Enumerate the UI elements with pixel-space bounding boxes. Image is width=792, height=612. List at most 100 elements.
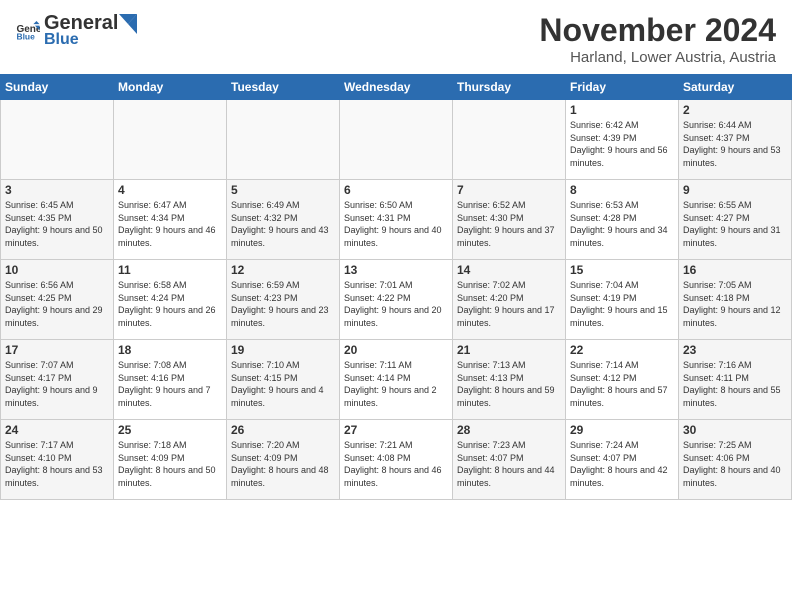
- calendar-cell: 3 Sunrise: 6:45 AM Sunset: 4:35 PM Daylig…: [1, 180, 114, 260]
- day-number: 26: [231, 423, 335, 437]
- day-number: 22: [570, 343, 674, 357]
- day-info: Sunrise: 6:49 AM Sunset: 4:32 PM Dayligh…: [231, 199, 335, 249]
- day-info: Sunrise: 6:58 AM Sunset: 4:24 PM Dayligh…: [118, 279, 222, 329]
- calendar-week-2: 10 Sunrise: 6:56 AM Sunset: 4:25 PM Dayli…: [1, 260, 792, 340]
- day-number: 5: [231, 183, 335, 197]
- header-saturday: Saturday: [679, 75, 792, 100]
- calendar-week-4: 24 Sunrise: 7:17 AM Sunset: 4:10 PM Dayli…: [1, 420, 792, 500]
- day-info: Sunrise: 7:04 AM Sunset: 4:19 PM Dayligh…: [570, 279, 674, 329]
- calendar-cell: [227, 100, 340, 180]
- header-thursday: Thursday: [453, 75, 566, 100]
- day-number: 23: [683, 343, 787, 357]
- calendar-cell: 12 Sunrise: 6:59 AM Sunset: 4:23 PM Dayli…: [227, 260, 340, 340]
- calendar-cell: 30 Sunrise: 7:25 AM Sunset: 4:06 PM Dayli…: [679, 420, 792, 500]
- day-number: 16: [683, 263, 787, 277]
- day-info: Sunrise: 6:53 AM Sunset: 4:28 PM Dayligh…: [570, 199, 674, 249]
- day-info: Sunrise: 6:45 AM Sunset: 4:35 PM Dayligh…: [5, 199, 109, 249]
- title-area: November 2024 Harland, Lower Austria, Au…: [539, 12, 776, 66]
- day-info: Sunrise: 6:59 AM Sunset: 4:23 PM Dayligh…: [231, 279, 335, 329]
- day-info: Sunrise: 7:16 AM Sunset: 4:11 PM Dayligh…: [683, 359, 787, 409]
- calendar-week-3: 17Sunrise: 7:07 AM Sunset: 4:17 PM Dayli…: [1, 340, 792, 420]
- day-info: Sunrise: 7:01 AM Sunset: 4:22 PM Dayligh…: [344, 279, 448, 329]
- calendar-cell: 13 Sunrise: 7:01 AM Sunset: 4:22 PM Dayli…: [340, 260, 453, 340]
- calendar-header-row: Sunday Monday Tuesday Wednesday Thursday…: [1, 75, 792, 100]
- header-tuesday: Tuesday: [227, 75, 340, 100]
- day-number: 7: [457, 183, 561, 197]
- header-monday: Monday: [114, 75, 227, 100]
- day-info: Sunrise: 7:17 AM Sunset: 4:10 PM Dayligh…: [5, 439, 109, 489]
- calendar-week-0: 1 Sunrise: 6:42 AM Sunset: 4:39 PM Daylig…: [1, 100, 792, 180]
- day-info: Sunrise: 7:14 AM Sunset: 4:12 PM Dayligh…: [570, 359, 674, 409]
- calendar-cell: [114, 100, 227, 180]
- day-number: 14: [457, 263, 561, 277]
- day-number: 24: [5, 423, 109, 437]
- calendar-cell: [453, 100, 566, 180]
- calendar-cell: 24 Sunrise: 7:17 AM Sunset: 4:10 PM Dayli…: [1, 420, 114, 500]
- day-info: Sunrise: 6:55 AM Sunset: 4:27 PM Dayligh…: [683, 199, 787, 249]
- calendar-cell: [340, 100, 453, 180]
- day-number: 28: [457, 423, 561, 437]
- day-info: Sunrise: 7:20 AM Sunset: 4:09 PM Dayligh…: [231, 439, 335, 489]
- day-info: Sunrise: 7:18 AM Sunset: 4:09 PM Dayligh…: [118, 439, 222, 489]
- calendar-cell: 8 Sunrise: 6:53 AM Sunset: 4:28 PM Daylig…: [566, 180, 679, 260]
- svg-text:Blue: Blue: [16, 31, 35, 41]
- calendar-cell: 14Sunrise: 7:02 AM Sunset: 4:20 PM Dayli…: [453, 260, 566, 340]
- day-info: Sunrise: 6:50 AM Sunset: 4:31 PM Dayligh…: [344, 199, 448, 249]
- logo-triangle-icon: [119, 14, 137, 34]
- day-info: Sunrise: 7:10 AM Sunset: 4:15 PM Dayligh…: [231, 359, 335, 409]
- day-number: 30: [683, 423, 787, 437]
- logo-icon: General Blue: [16, 21, 40, 41]
- day-info: Sunrise: 6:44 AM Sunset: 4:37 PM Dayligh…: [683, 119, 787, 169]
- calendar-cell: 9Sunrise: 6:55 AM Sunset: 4:27 PM Daylig…: [679, 180, 792, 260]
- day-info: Sunrise: 6:42 AM Sunset: 4:39 PM Dayligh…: [570, 119, 674, 169]
- day-number: 21: [457, 343, 561, 357]
- calendar-cell: 17Sunrise: 7:07 AM Sunset: 4:17 PM Dayli…: [1, 340, 114, 420]
- calendar-cell: 29Sunrise: 7:24 AM Sunset: 4:07 PM Dayli…: [566, 420, 679, 500]
- day-number: 19: [231, 343, 335, 357]
- calendar-cell: 18 Sunrise: 7:08 AM Sunset: 4:16 PM Dayli…: [114, 340, 227, 420]
- day-number: 25: [118, 423, 222, 437]
- logo: General Blue General Blue: [16, 12, 138, 49]
- day-number: 4: [118, 183, 222, 197]
- calendar-cell: [1, 100, 114, 180]
- calendar-cell: 6Sunrise: 6:50 AM Sunset: 4:31 PM Daylig…: [340, 180, 453, 260]
- month-title: November 2024: [539, 12, 776, 49]
- day-number: 8: [570, 183, 674, 197]
- calendar-cell: 4 Sunrise: 6:47 AM Sunset: 4:34 PM Daylig…: [114, 180, 227, 260]
- day-number: 2: [683, 103, 787, 117]
- calendar-body: 1 Sunrise: 6:42 AM Sunset: 4:39 PM Daylig…: [1, 100, 792, 500]
- calendar-cell: 7 Sunrise: 6:52 AM Sunset: 4:30 PM Daylig…: [453, 180, 566, 260]
- day-number: 13: [344, 263, 448, 277]
- day-info: Sunrise: 7:24 AM Sunset: 4:07 PM Dayligh…: [570, 439, 674, 489]
- calendar-cell: 15Sunrise: 7:04 AM Sunset: 4:19 PM Dayli…: [566, 260, 679, 340]
- header-sunday: Sunday: [1, 75, 114, 100]
- calendar-cell: 23 Sunrise: 7:16 AM Sunset: 4:11 PM Dayli…: [679, 340, 792, 420]
- calendar-cell: 19 Sunrise: 7:10 AM Sunset: 4:15 PM Dayli…: [227, 340, 340, 420]
- calendar-cell: 27 Sunrise: 7:21 AM Sunset: 4:08 PM Dayli…: [340, 420, 453, 500]
- header-friday: Friday: [566, 75, 679, 100]
- day-number: 3: [5, 183, 109, 197]
- header: General Blue General Blue November 2024 …: [0, 0, 792, 74]
- day-number: 1: [570, 103, 674, 117]
- day-number: 10: [5, 263, 109, 277]
- day-info: Sunrise: 7:08 AM Sunset: 4:16 PM Dayligh…: [118, 359, 222, 409]
- day-info: Sunrise: 7:25 AM Sunset: 4:06 PM Dayligh…: [683, 439, 787, 489]
- day-info: Sunrise: 6:52 AM Sunset: 4:30 PM Dayligh…: [457, 199, 561, 249]
- calendar-cell: 5 Sunrise: 6:49 AM Sunset: 4:32 PM Daylig…: [227, 180, 340, 260]
- calendar-cell: 21Sunrise: 7:13 AM Sunset: 4:13 PM Dayli…: [453, 340, 566, 420]
- day-number: 12: [231, 263, 335, 277]
- day-info: Sunrise: 6:56 AM Sunset: 4:25 PM Dayligh…: [5, 279, 109, 329]
- calendar-table: Sunday Monday Tuesday Wednesday Thursday…: [0, 74, 792, 500]
- day-info: Sunrise: 7:05 AM Sunset: 4:18 PM Dayligh…: [683, 279, 787, 329]
- calendar-cell: 16 Sunrise: 7:05 AM Sunset: 4:18 PM Dayli…: [679, 260, 792, 340]
- day-number: 27: [344, 423, 448, 437]
- day-number: 11: [118, 263, 222, 277]
- day-number: 18: [118, 343, 222, 357]
- day-info: Sunrise: 6:47 AM Sunset: 4:34 PM Dayligh…: [118, 199, 222, 249]
- calendar-week-1: 3 Sunrise: 6:45 AM Sunset: 4:35 PM Daylig…: [1, 180, 792, 260]
- day-info: Sunrise: 7:23 AM Sunset: 4:07 PM Dayligh…: [457, 439, 561, 489]
- day-info: Sunrise: 7:21 AM Sunset: 4:08 PM Dayligh…: [344, 439, 448, 489]
- calendar-cell: 28 Sunrise: 7:23 AM Sunset: 4:07 PM Dayli…: [453, 420, 566, 500]
- calendar-cell: 22 Sunrise: 7:14 AM Sunset: 4:12 PM Dayli…: [566, 340, 679, 420]
- day-info: Sunrise: 7:11 AM Sunset: 4:14 PM Dayligh…: [344, 359, 448, 409]
